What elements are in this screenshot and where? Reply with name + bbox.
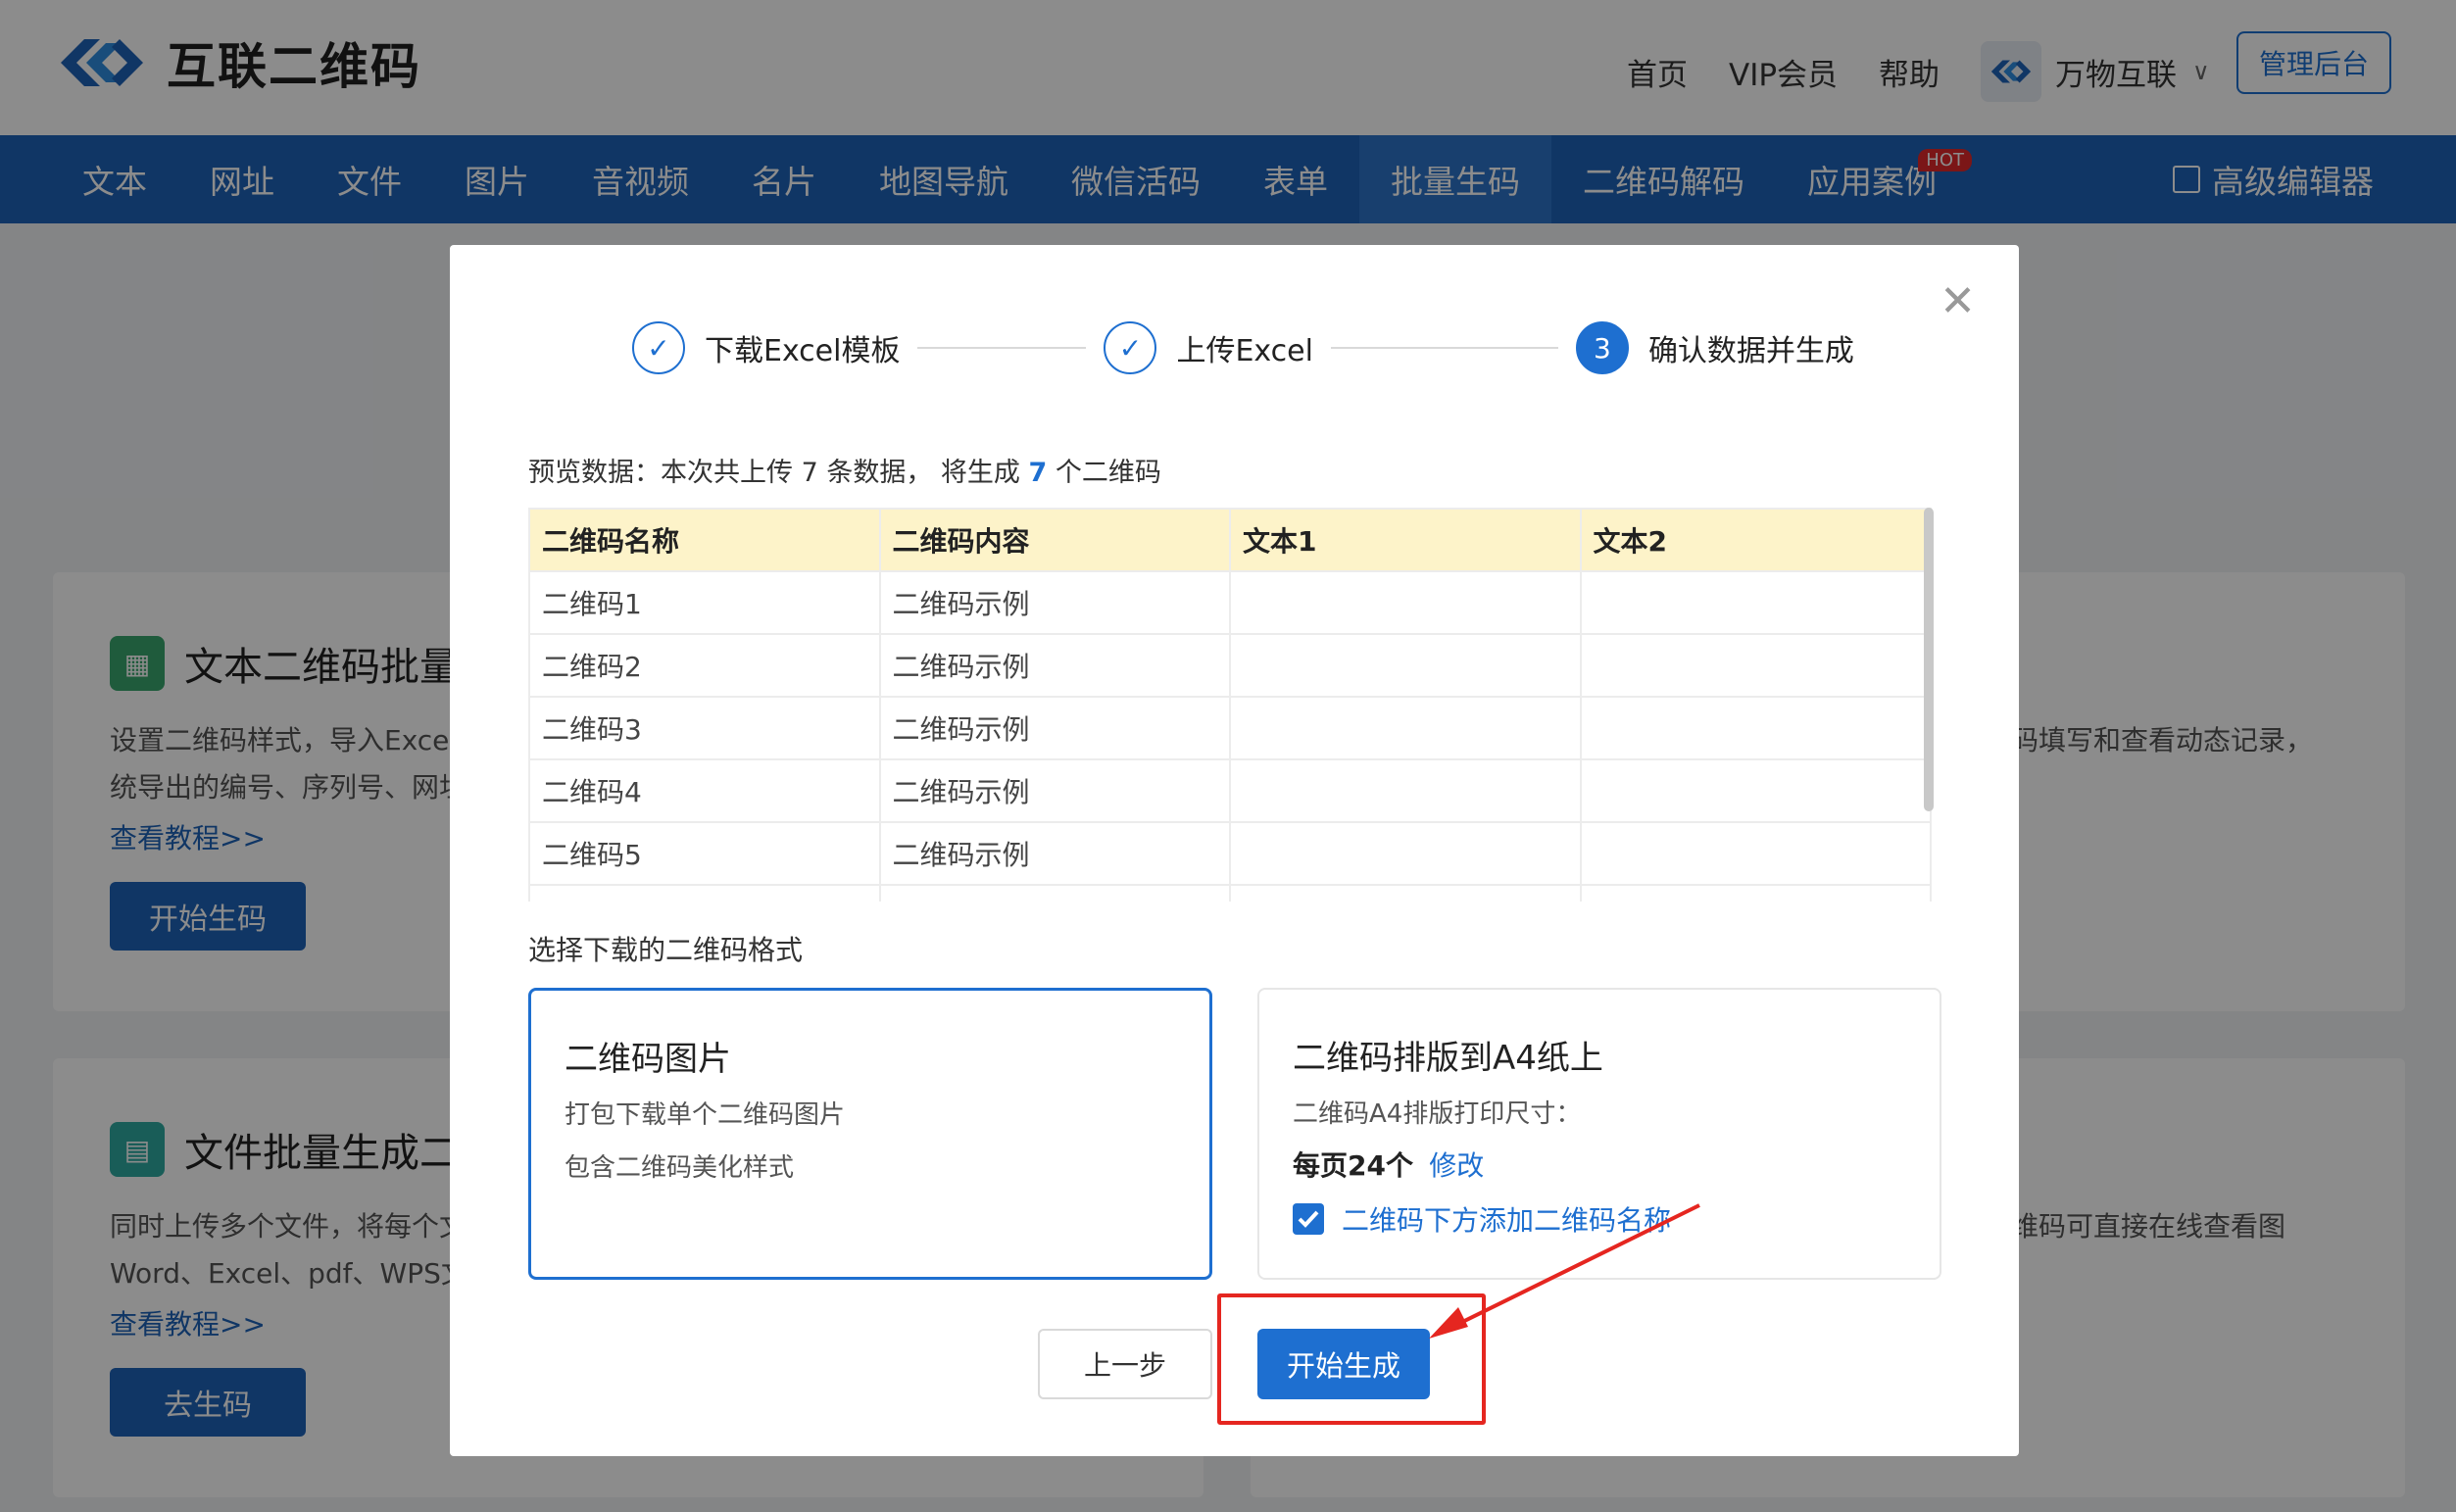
option-description: 二维码A4排版打印尺寸： bbox=[1293, 1099, 1582, 1129]
previous-step-button[interactable]: 上一步 bbox=[1038, 1329, 1212, 1399]
option-description: 打包下载单个二维码图片 bbox=[565, 1100, 846, 1130]
step-1-label: 下载Excel模板 bbox=[705, 334, 901, 368]
modify-link[interactable]: 修改 bbox=[1429, 1149, 1484, 1182]
table-header-row: 二维码名称 二维码内容 文本1 文本2 bbox=[528, 508, 1932, 572]
column-header: 二维码名称 bbox=[528, 508, 881, 572]
step-2-label: 上传Excel bbox=[1176, 334, 1313, 368]
table-cell: 二维码示例 bbox=[878, 758, 1231, 823]
column-header: 二维码内容 bbox=[878, 508, 1231, 572]
per-page-row: 每页24个 修改 bbox=[1293, 1145, 1484, 1184]
add-name-checkbox[interactable] bbox=[1293, 1203, 1324, 1235]
preview-summary: 预览数据：本次共上传 7 条数据， 将生成 7 个二维码 bbox=[528, 458, 1161, 488]
table-cell bbox=[1229, 570, 1582, 635]
table-cell bbox=[1229, 821, 1582, 886]
table-cell bbox=[1579, 570, 1932, 635]
preview-table[interactable]: 二维码名称 二维码内容 文本1 文本2 二维码1 二维码示例 二维码2 二维码示… bbox=[528, 508, 1934, 902]
table-scrollbar[interactable] bbox=[1924, 508, 1934, 811]
table-cell: 二维码5 bbox=[528, 821, 881, 886]
table-row bbox=[528, 884, 1932, 902]
table-cell: 二维码示例 bbox=[878, 821, 1231, 886]
option-description: 包含二维码美化样式 bbox=[565, 1153, 795, 1183]
column-header: 文本1 bbox=[1229, 508, 1582, 572]
table-cell: 二维码示例 bbox=[878, 633, 1231, 698]
table-cell: 二维码示例 bbox=[878, 696, 1231, 760]
step-divider bbox=[917, 347, 1087, 349]
batch-generate-dialog: ✕ ✓ 下载Excel模板 ✓ 上传Excel 3 确认数据并生成 预览数据：本… bbox=[450, 245, 2019, 1456]
table-cell bbox=[1579, 758, 1932, 823]
table-cell: 二维码3 bbox=[528, 696, 881, 760]
close-icon[interactable]: ✕ bbox=[1940, 280, 1976, 323]
table-row: 二维码2 二维码示例 bbox=[528, 633, 1932, 698]
table-cell bbox=[1229, 633, 1582, 698]
preview-count: 7 bbox=[1028, 458, 1048, 488]
column-header: 文本2 bbox=[1579, 508, 1932, 572]
option-a4-layout[interactable]: 二维码排版到A4纸上 二维码A4排版打印尺寸： 每页24个 修改 二维码下方添加… bbox=[1257, 988, 1941, 1280]
table-cell bbox=[1229, 758, 1582, 823]
table-row: 二维码3 二维码示例 bbox=[528, 696, 1932, 760]
option-qr-image[interactable]: 二维码图片 打包下载单个二维码图片 包含二维码美化样式 bbox=[528, 988, 1212, 1280]
table-cell: 二维码1 bbox=[528, 570, 881, 635]
table-cell bbox=[1579, 696, 1932, 760]
table-cell: 二维码4 bbox=[528, 758, 881, 823]
table-row: 二维码1 二维码示例 bbox=[528, 570, 1932, 635]
add-name-checkbox-label[interactable]: 二维码下方添加二维码名称 bbox=[1342, 1199, 1671, 1239]
table-cell: 二维码示例 bbox=[878, 570, 1231, 635]
check-icon: ✓ bbox=[1104, 321, 1157, 374]
annotation-highlight-box bbox=[1217, 1293, 1486, 1425]
table-row: 二维码4 二维码示例 bbox=[528, 758, 1932, 823]
table-cell: 二维码2 bbox=[528, 633, 881, 698]
step-divider bbox=[1330, 347, 1558, 349]
step-3-number: 3 bbox=[1575, 321, 1629, 374]
format-label: 选择下载的二维码格式 bbox=[528, 934, 804, 966]
step-indicator: ✓ 下载Excel模板 ✓ 上传Excel 3 确认数据并生成 bbox=[632, 321, 1854, 374]
per-page-value: 每页24个 bbox=[1293, 1149, 1413, 1182]
table-cell bbox=[1579, 633, 1932, 698]
option-title: 二维码图片 bbox=[565, 1040, 731, 1079]
table-row: 二维码5 二维码示例 bbox=[528, 821, 1932, 886]
check-icon: ✓ bbox=[632, 321, 685, 374]
step-3-label: 确认数据并生成 bbox=[1647, 334, 1854, 368]
table-cell bbox=[1229, 696, 1582, 760]
checkmark-icon bbox=[1298, 1210, 1319, 1228]
option-title: 二维码排版到A4纸上 bbox=[1293, 1039, 1603, 1078]
table-cell bbox=[1579, 821, 1932, 886]
